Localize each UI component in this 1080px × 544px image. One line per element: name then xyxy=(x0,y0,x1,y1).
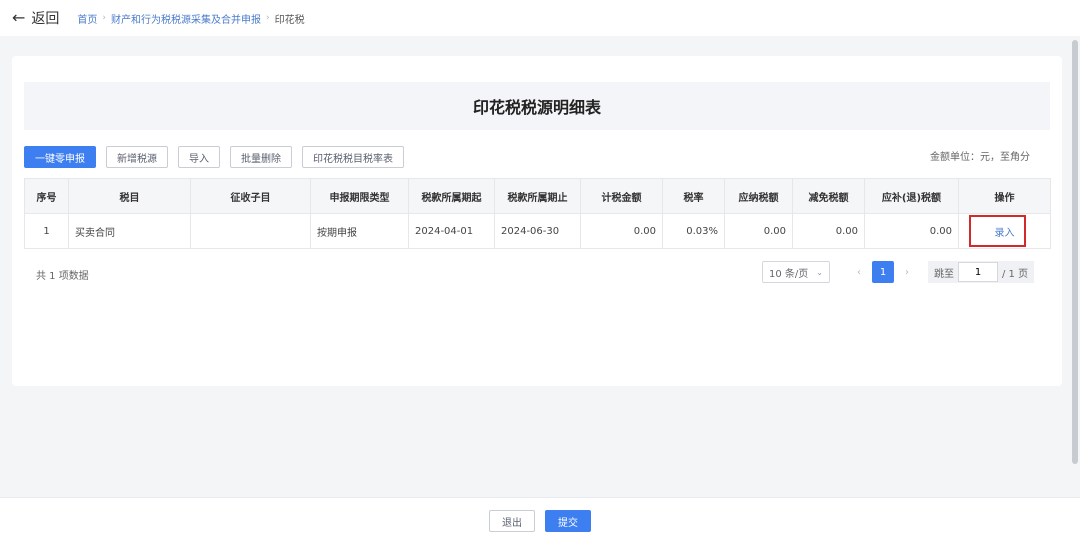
cell-tax-payable: 0.00 xyxy=(724,213,793,249)
jump-label: 跳至 xyxy=(934,268,954,280)
bottom-action-bar: 退出 提交 xyxy=(0,497,1080,544)
tax-rate-table-button[interactable]: 印花税税目税率表 xyxy=(302,146,404,168)
table-row: 1 买卖合同 按期申报 2024-04-01 2024-06-30 0.00 0… xyxy=(24,213,1051,249)
column-header: 应补(退)税额 xyxy=(864,178,959,214)
page-size-value: 10 条/页 xyxy=(769,268,809,280)
cell-tax-reduction: 0.00 xyxy=(792,213,865,249)
column-header: 税款所属期起 xyxy=(408,178,495,214)
column-header: 减免税额 xyxy=(792,178,865,214)
column-header: 应纳税额 xyxy=(724,178,793,214)
exit-button[interactable]: 退出 xyxy=(489,510,535,532)
cell-taxable-amount: 0.00 xyxy=(580,213,663,249)
column-header: 操作 xyxy=(958,178,1051,214)
breadcrumb-collection[interactable]: 财产和行为税税源采集及合并申报 xyxy=(111,11,261,26)
jump-page-input[interactable] xyxy=(958,262,998,282)
total-count: 共 1 项数据 xyxy=(36,271,89,282)
page-jump: 跳至 / 1 页 xyxy=(928,261,1035,283)
page-title: 印花税税源明细表 xyxy=(472,98,601,117)
import-button[interactable]: 导入 xyxy=(178,146,220,168)
cell-rate: 0.03% xyxy=(662,213,725,249)
breadcrumb-current: 印花税 xyxy=(274,14,305,26)
zero-declare-button[interactable]: 一键零申报 xyxy=(24,146,96,168)
main-card: 印花税税源明细表 一键零申报 新增税源 导入 批量删除 印花税税目税率表 金额单… xyxy=(12,56,1062,386)
column-header: 税率 xyxy=(662,178,725,214)
cell-period-start: 2024-04-01 xyxy=(408,213,495,249)
cell-tax-due: 0.00 xyxy=(864,213,959,249)
breadcrumb-separator-icon: › xyxy=(102,13,107,23)
total-pages: / 1 页 xyxy=(1002,268,1029,280)
chevron-down-icon: ⌄ xyxy=(816,267,823,277)
top-bar: ← 返回 首页 › 财产和行为税税源采集及合并申报 › 印花税 xyxy=(0,0,1080,36)
batch-delete-button[interactable]: 批量删除 xyxy=(230,146,292,168)
enter-record-link[interactable]: 录入 xyxy=(995,228,1015,239)
breadcrumb-home[interactable]: 首页 xyxy=(77,11,97,26)
prev-page-icon[interactable]: ‹ xyxy=(850,267,868,278)
scrollbar-thumb[interactable] xyxy=(1072,40,1078,464)
table-header-row: 序号 税目 征收子目 申报期限类型 税款所属期起 税款所属期止 计税金额 税率 … xyxy=(24,178,1051,214)
cell-index: 1 xyxy=(24,213,69,249)
breadcrumb-separator-icon: › xyxy=(266,13,270,23)
tax-source-table: 序号 税目 征收子目 申报期限类型 税款所属期起 税款所属期止 计税金额 税率 … xyxy=(24,178,1051,249)
title-band: 印花税税源明细表 xyxy=(24,82,1050,130)
column-header: 征收子目 xyxy=(190,178,311,214)
amount-unit-note: 金额单位：元，至角分 xyxy=(930,152,1030,163)
cell-tax-item: 买卖合同 xyxy=(68,213,191,249)
next-page-icon[interactable]: › xyxy=(898,267,916,278)
column-header: 申报期限类型 xyxy=(310,178,409,214)
cell-period-type: 按期申报 xyxy=(310,213,409,249)
cell-period-end: 2024-06-30 xyxy=(494,213,581,249)
back-label: 返回 xyxy=(31,11,60,27)
submit-button[interactable]: 提交 xyxy=(545,510,591,532)
breadcrumb: 首页 › 财产和行为税税源采集及合并申报 › 印花税 xyxy=(77,11,304,26)
back-arrow-icon: ← xyxy=(12,8,26,27)
column-header: 税目 xyxy=(68,178,191,214)
column-header: 序号 xyxy=(24,178,69,214)
column-header: 税款所属期止 xyxy=(494,178,581,214)
column-header: 计税金额 xyxy=(580,178,663,214)
cell-sub-item xyxy=(190,213,311,249)
cell-action: 录入 xyxy=(958,213,1051,249)
pagination: 10 条/页 ⌄ ‹ 1 › 跳至 / 1 页 xyxy=(762,261,1035,283)
add-tax-source-button[interactable]: 新增税源 xyxy=(106,146,168,168)
toolbar: 一键零申报 新增税源 导入 批量删除 印花税税目税率表 xyxy=(24,146,414,168)
page-size-select[interactable]: 10 条/页 ⌄ xyxy=(762,261,830,283)
back-button[interactable]: ← 返回 xyxy=(12,8,77,28)
page-number-current[interactable]: 1 xyxy=(872,261,894,283)
